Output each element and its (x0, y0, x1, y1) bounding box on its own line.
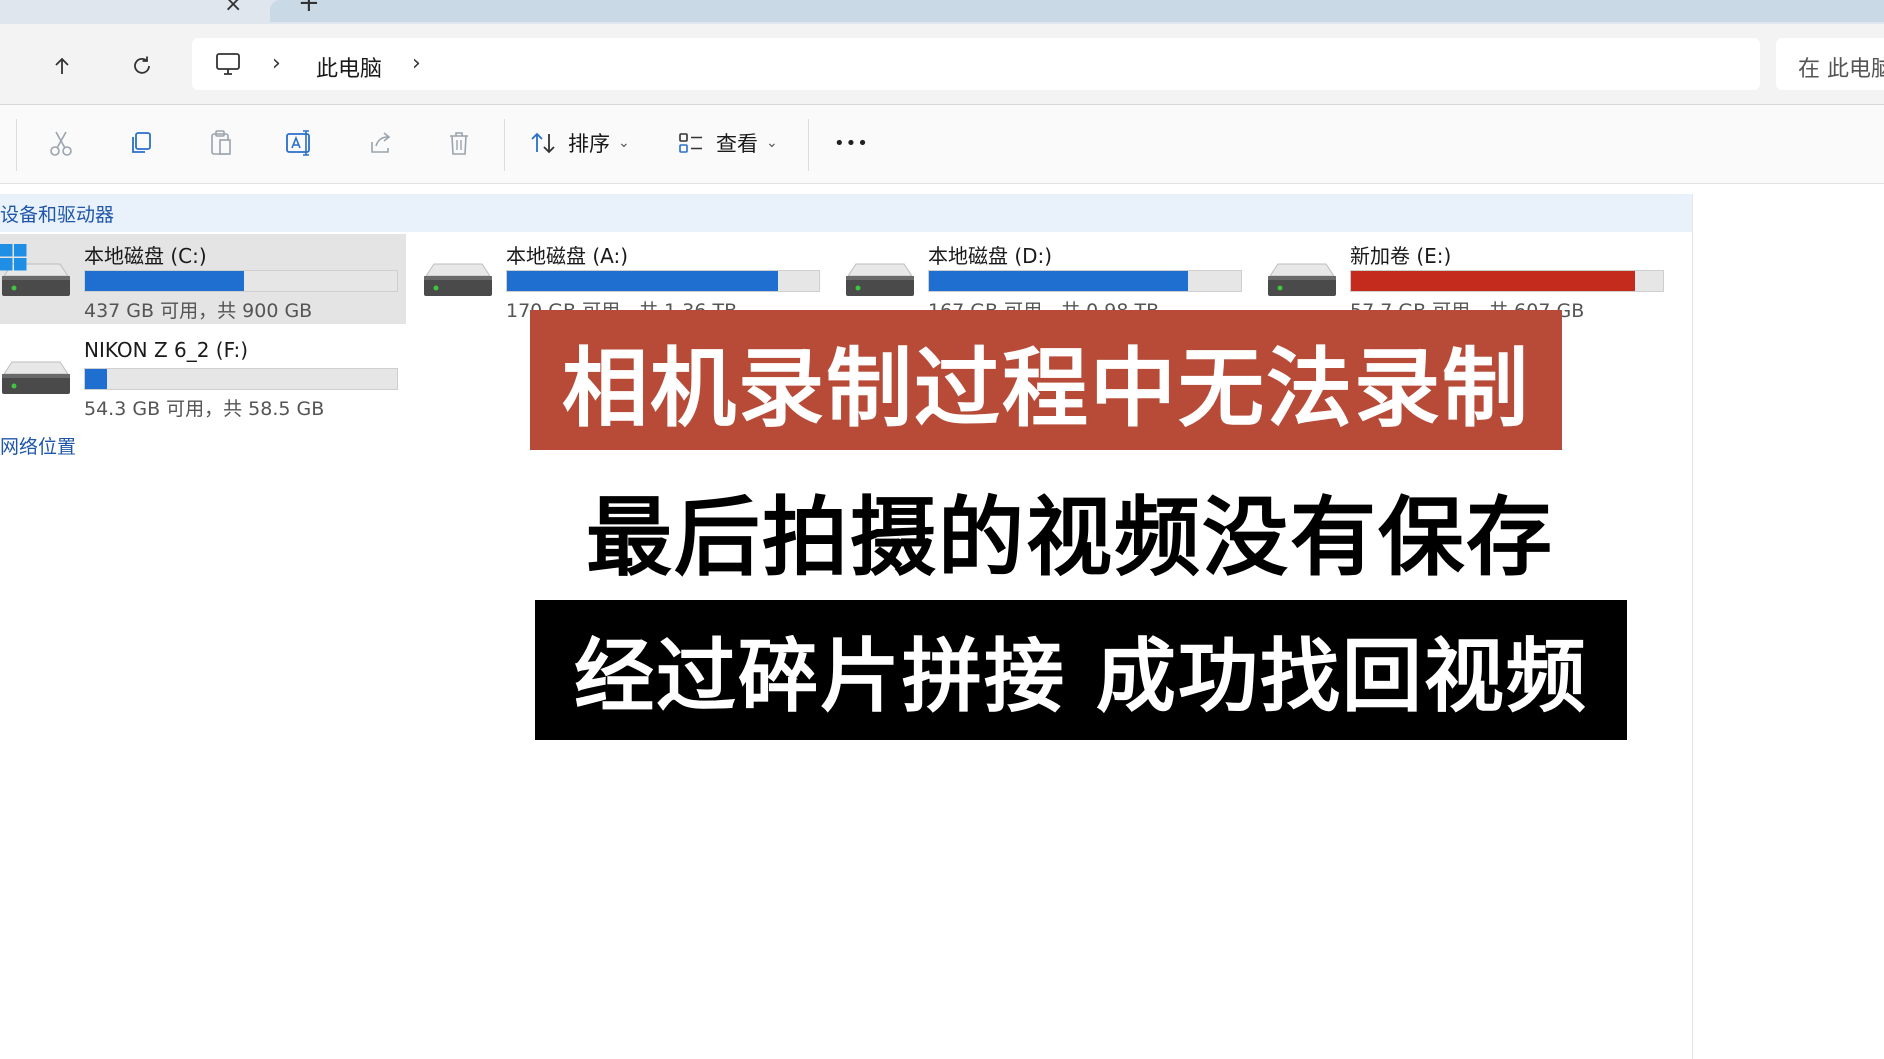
address-bar[interactable]: › 此电脑 › (192, 38, 1760, 90)
drive-usage-bar (506, 270, 820, 292)
arrow-up-icon (55, 57, 69, 74)
computer-icon (216, 53, 240, 75)
drive-name: 本地磁盘 (C:) (84, 244, 207, 268)
more-icon: ••• (834, 132, 869, 154)
overlay-line-3: 经过碎片拼接 成功找回视频 (574, 630, 1588, 723)
drive-tile[interactable]: 本地磁盘 (C:) 437 GB 可用，共 900 GB (0, 234, 406, 324)
drive-usage-bar (84, 270, 398, 292)
command-bar: 排序 ⌄ 查看 ⌄ ••• (0, 105, 1884, 184)
details-pane-divider (1692, 194, 1693, 1059)
share-button[interactable] (366, 123, 396, 163)
drive-free-space: 54.3 GB 可用，共 58.5 GB (84, 398, 325, 420)
group-header-devices[interactable]: 设备和驱动器 (0, 194, 1692, 232)
sort-button[interactable]: 排序 ⌄ (528, 123, 630, 163)
paste-icon (211, 130, 231, 155)
tab-strip: × + (0, 0, 1884, 24)
view-label: 查看 (716, 132, 758, 156)
drive-usage-bar (928, 270, 1242, 292)
trash-icon (450, 132, 468, 155)
group-label-network[interactable]: 网络位置 (0, 432, 76, 459)
refresh-button[interactable] (122, 46, 162, 86)
group-label-devices: 设备和驱动器 (0, 204, 115, 226)
view-icon (679, 133, 702, 153)
drive-usage-fill (85, 271, 245, 291)
sort-icon (531, 132, 555, 154)
rename-button[interactable] (284, 123, 316, 163)
drive-usage-fill (85, 369, 107, 389)
search-box[interactable]: 在 此电脑 (1776, 38, 1884, 90)
refresh-icon (134, 56, 150, 74)
more-options-button[interactable]: ••• (834, 123, 869, 163)
chevron-down-icon: ⌄ (766, 135, 778, 151)
chevron-down-icon: ⌄ (618, 135, 630, 151)
rename-icon (286, 130, 310, 156)
drive-usage-fill (1351, 271, 1635, 291)
drive-usage-fill (929, 271, 1188, 291)
copy-icon (132, 132, 151, 153)
cut-button[interactable] (46, 123, 76, 163)
drive-usage-fill (507, 271, 779, 291)
hard-drive-icon (1268, 263, 1336, 296)
drive-name: 本地磁盘 (D:) (928, 244, 1053, 268)
search-placeholder: 在 此电脑 (1798, 57, 1884, 82)
overlay-banner-black: 经过碎片拼接 成功找回视频 (535, 600, 1627, 740)
copy-button[interactable] (126, 123, 156, 163)
paste-button[interactable] (206, 123, 236, 163)
sort-label: 排序 (568, 132, 610, 156)
view-button[interactable]: 查看 ⌄ (676, 123, 778, 163)
overlay-caption: 最后拍摄的视频没有保存 (540, 474, 1600, 588)
drive-name: NIKON Z 6_2 (F:) (84, 338, 249, 362)
breadcrumb-separator-end[interactable]: › (412, 51, 421, 76)
overlay-line-2: 最后拍摄的视频没有保存 (586, 487, 1554, 588)
tab-close-button[interactable]: × (224, 0, 242, 17)
breadcrumb-this-pc[interactable]: 此电脑 (316, 51, 382, 83)
share-icon (371, 132, 391, 153)
divider (808, 119, 809, 171)
hard-drive-icon (2, 361, 70, 394)
overlay-line-1: 相机录制过程中无法录制 (562, 338, 1530, 439)
hard-drive-icon (846, 263, 914, 296)
scissors-icon (50, 131, 72, 156)
active-tab[interactable] (270, 0, 1884, 22)
overlay-banner-red: 相机录制过程中无法录制 (530, 310, 1562, 450)
drive-usage-bar (1350, 270, 1664, 292)
divider (16, 119, 17, 171)
delete-button[interactable] (444, 123, 474, 163)
drive-usage-bar (84, 368, 398, 390)
divider (504, 119, 505, 171)
windows-logo-icon (0, 244, 27, 271)
address-row: › 此电脑 › 在 此电脑 (0, 24, 1884, 104)
new-tab-button[interactable]: + (298, 0, 320, 18)
hard-drive-icon (424, 263, 492, 296)
up-button[interactable] (42, 46, 82, 86)
drive-tile[interactable]: NIKON Z 6_2 (F:) 54.3 GB 可用，共 58.5 GB (0, 332, 406, 422)
drive-name: 新加卷 (E:) (1350, 244, 1452, 268)
drive-name: 本地磁盘 (A:) (506, 244, 629, 268)
breadcrumb-separator[interactable]: › (272, 51, 281, 76)
drive-free-space: 437 GB 可用，共 900 GB (84, 300, 313, 322)
